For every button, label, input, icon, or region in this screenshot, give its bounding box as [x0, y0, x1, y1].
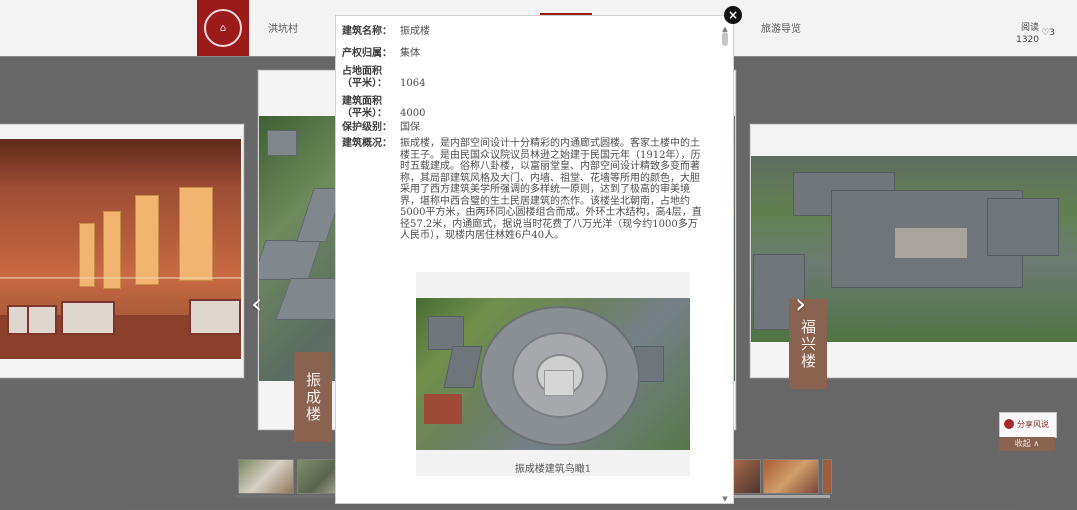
- next-arrow-icon[interactable]: ›: [795, 287, 806, 320]
- field-value: 1064: [400, 78, 426, 89]
- reads-label: 阅读: [1020, 23, 1039, 33]
- display-case: [27, 305, 57, 335]
- thumbnail[interactable]: [822, 459, 832, 494]
- share-box[interactable]: 分享风说: [999, 412, 1057, 438]
- likes-count[interactable]: ♡3: [1041, 28, 1055, 38]
- gallery-card-left[interactable]: [0, 124, 244, 378]
- field-value: 振成楼: [400, 26, 430, 37]
- hall-panel: [135, 195, 159, 285]
- inner-courtyard: [895, 228, 967, 258]
- building-photo-block: 振成楼建筑鸟瞰1: [416, 272, 690, 476]
- reads-count: 1320: [1016, 35, 1039, 45]
- exhibition-hall-image: [0, 139, 241, 359]
- field-value: 4000: [400, 108, 426, 119]
- modal-content: 建筑名称： 振成楼 产权归属： 集体 占地面积（平米）： 1064 建筑面积（平…: [342, 26, 706, 496]
- hall-panel: [179, 187, 213, 281]
- previous-arrow-icon[interactable]: ‹: [251, 287, 262, 320]
- zhencheng-aerial-photo: [416, 298, 690, 450]
- nav-item-tour-guide[interactable]: 旅游导览: [761, 20, 801, 35]
- thumbnail[interactable]: [763, 459, 819, 494]
- display-case: [61, 301, 115, 335]
- thumbnail[interactable]: [733, 459, 761, 494]
- field-label: 产权归属：: [342, 48, 392, 59]
- hall-line: [0, 277, 241, 279]
- modal-scroll-thumb[interactable]: [722, 32, 728, 46]
- roof-block: [987, 198, 1059, 256]
- central-hall-roof: [544, 370, 574, 396]
- close-icon[interactable]: ×: [724, 6, 742, 24]
- field-label: 建筑面积（平米）：: [342, 96, 387, 119]
- share-icon: [1004, 419, 1014, 429]
- village-house: [443, 346, 483, 388]
- scroll-down-icon[interactable]: ▼: [722, 496, 728, 503]
- nav-item-hongkeng[interactable]: 洪坑村: [268, 20, 298, 35]
- village-house: [428, 316, 464, 350]
- building-info-modal: 建筑名称： 振成楼 产权归属： 集体 占地面积（平米）： 1064 建筑面积（平…: [335, 15, 734, 504]
- modal-scrollbar[interactable]: ▲ ▼: [721, 26, 729, 503]
- field-label: 建筑概况：: [342, 138, 392, 149]
- zhencheng-tab[interactable]: 振成楼: [294, 352, 332, 442]
- roof-block: [259, 240, 322, 280]
- field-label: 占地面积（平米）：: [342, 66, 387, 89]
- roof-block: [267, 130, 297, 156]
- site-logo[interactable]: ⌂: [197, 0, 249, 56]
- field-value: 国保: [400, 122, 420, 133]
- thumbnail[interactable]: [238, 459, 294, 494]
- field-label: 保护级别：: [342, 122, 392, 133]
- overview-text: 振成楼，是内部空间设计十分精彩的内通廊式圆楼。客家土楼中的土楼王子。是由民国众议…: [400, 138, 702, 241]
- logo-emblem-icon: ⌂: [204, 9, 242, 47]
- image-caption: 振成楼建筑鸟瞰1: [514, 464, 592, 475]
- display-case: [189, 299, 241, 335]
- field-value: 集体: [400, 48, 420, 59]
- share-label: 分享风说: [1017, 420, 1049, 429]
- collapse-button[interactable]: 收起 ∧: [999, 437, 1055, 451]
- red-roof-building: [424, 394, 462, 424]
- field-label: 建筑名称：: [342, 26, 392, 37]
- read-stats: 阅读 1320: [1016, 22, 1039, 46]
